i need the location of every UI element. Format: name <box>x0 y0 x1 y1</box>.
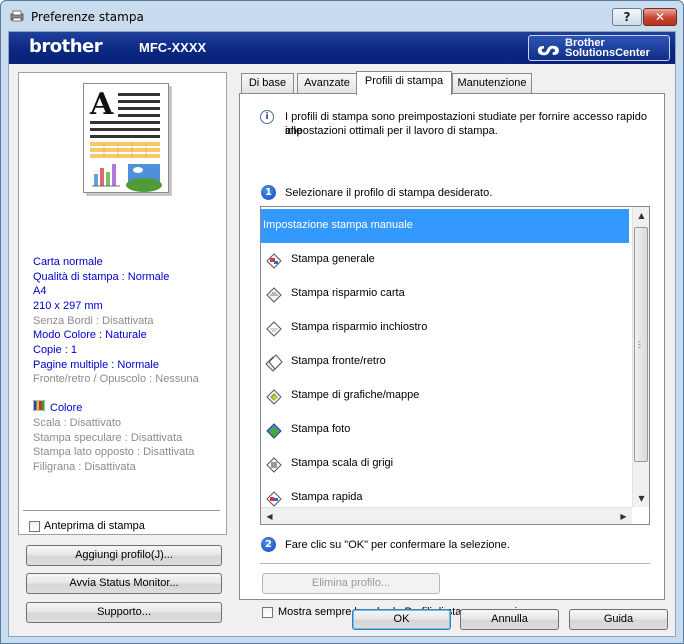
info-icon: i <box>260 110 274 124</box>
print-preview-label[interactable]: Anteprima di stampa <box>44 520 145 532</box>
close-button[interactable]: ✕ <box>643 8 677 26</box>
support-button[interactable]: Supporto... <box>26 602 222 623</box>
page-separator <box>260 563 650 564</box>
summary-line: Stampa speculare : Disattivata <box>33 432 183 444</box>
list-item-label: Stampa generale <box>291 253 375 265</box>
ink-save-icon <box>266 321 282 337</box>
summary-line: A4 <box>33 285 47 297</box>
brother-logo: brother <box>29 36 103 57</box>
help-title-button[interactable]: ? <box>612 8 642 26</box>
page-preview-icon: A <box>83 83 169 193</box>
scroll-right-icon[interactable]: ▶ <box>615 508 632 524</box>
list-item-ink-save[interactable]: Stampa risparmio inchiostro <box>261 311 629 345</box>
step-2-badge: 2 <box>261 537 276 552</box>
summary-line: Carta normale <box>33 256 103 268</box>
window-title: Preferenze stampa <box>31 10 144 24</box>
summary-line: Qualità di stampa : Normale <box>33 271 170 283</box>
list-item-label: Stampa fronte/retro <box>291 355 386 367</box>
list-item-grayscale[interactable]: Stampa scala di grigi <box>261 447 629 481</box>
brand-banner: brother MFC-XXXX ᔕ Brother SolutionsCent… <box>9 32 675 64</box>
cancel-button[interactable]: Annulla <box>460 609 559 630</box>
scroll-down-icon[interactable]: ▼ <box>633 490 649 507</box>
list-item-label: Stampa foto <box>291 423 351 435</box>
list-item-label: Stampa rapida <box>291 491 363 503</box>
list-item-photo[interactable]: Stampa foto <box>261 413 629 447</box>
print-preview-checkbox[interactable] <box>29 521 40 532</box>
list-item-paper-save[interactable]: Stampa risparmio carta <box>261 277 629 311</box>
color-mode-icon <box>33 400 45 411</box>
general-print-icon <box>266 253 282 269</box>
summary-line: Senza Bordi : Disattivata <box>33 315 154 327</box>
status-monitor-button[interactable]: Avvia Status Monitor... <box>26 573 222 594</box>
summary-line: Modo Colore : Naturale <box>33 329 147 341</box>
print-preferences-window: Preferenze stampa ? ✕ brother MFC-XXXX ᔕ… <box>0 0 684 644</box>
help-button[interactable]: Guida <box>569 609 668 630</box>
list-item-manual[interactable]: Impostazione stampa manuale <box>261 209 629 243</box>
step-1-badge: 1 <box>261 185 276 200</box>
summary-line: Stampa lato opposto : Disattivata <box>33 446 195 458</box>
solutions-center-button[interactable]: ᔕ Brother SolutionsCenter <box>528 35 670 61</box>
solutions-center-line2: SolutionsCenter <box>565 47 650 59</box>
intro-text-line2: impostazioni ottimali per il lavoro di s… <box>285 125 498 137</box>
add-profile-button[interactable]: Aggiungi profilo(J)... <box>26 545 222 566</box>
grip-icon: --- <box>638 337 641 352</box>
color-mode-label: Colore <box>50 402 83 414</box>
tab-advanced[interactable]: Avanzate <box>297 73 357 93</box>
list-item-general[interactable]: Stampa generale <box>261 243 629 277</box>
always-show-checkbox[interactable] <box>262 607 273 618</box>
photo-print-icon <box>266 423 282 439</box>
list-item-label: Stampa scala di grigi <box>291 457 394 469</box>
svg-text:A: A <box>89 87 114 122</box>
duplex-icon <box>265 354 283 372</box>
list-item-label: Impostazione stampa manuale <box>263 219 413 231</box>
list-item-label: Stampa risparmio inchiostro <box>291 321 428 333</box>
scroll-left-icon[interactable]: ◀ <box>261 508 278 524</box>
tab-maintenance[interactable]: Manutenzione <box>452 73 532 93</box>
list-item-duplex[interactable]: Stampa fronte/retro <box>261 345 629 379</box>
tab-basic[interactable]: Di base <box>241 73 294 93</box>
list-item-graphics[interactable]: Stampe di grafiche/mappe <box>261 379 629 413</box>
dialog-client: brother MFC-XXXX ᔕ Brother SolutionsCent… <box>8 31 676 637</box>
title-bar[interactable]: Preferenze stampa ? ✕ <box>1 1 683 31</box>
profile-list[interactable]: Impostazione stampa manuale Stampa gener… <box>260 206 650 525</box>
ok-button[interactable]: OK <box>352 609 451 630</box>
list-item-label: Stampe di grafiche/mappe <box>291 389 420 401</box>
list-item-label: Stampa risparmio carta <box>291 287 405 299</box>
scroll-up-icon[interactable]: ▲ <box>633 207 649 224</box>
summary-line: 210 x 297 mm <box>33 300 103 312</box>
left-separator <box>23 510 220 511</box>
grayscale-icon <box>266 457 282 473</box>
summary-line: Pagine multiple : Normale <box>33 359 159 371</box>
summary-line: Filigrana : Disattivata <box>33 461 136 473</box>
summary-line: Copie : 1 <box>33 344 78 356</box>
summary-line: Fronte/retro / Opuscolo : Nessuna <box>33 373 199 385</box>
scroll-thumb[interactable]: --- <box>634 227 648 462</box>
summary-line: Scala : Disattivato <box>33 417 122 429</box>
step-2-text: Fare clic su "OK" per confermare la sele… <box>285 539 510 551</box>
model-name: MFC-XXXX <box>139 40 207 55</box>
tab-print-profiles[interactable]: Profili di stampa <box>356 71 452 95</box>
graphics-map-icon <box>266 389 282 405</box>
solutions-center-icon: ᔕ <box>537 36 560 60</box>
paper-save-icon <box>266 287 282 303</box>
quick-print-icon <box>266 491 282 507</box>
printer-icon <box>10 10 24 22</box>
delete-profile-button[interactable]: Elimina profilo... <box>262 573 440 594</box>
step-1-text: Selezionare il profilo di stampa desider… <box>285 187 493 199</box>
vertical-scrollbar[interactable]: ▲ --- ▼ <box>632 207 649 507</box>
horizontal-scrollbar[interactable]: ◀ ▶ <box>261 507 632 524</box>
print-profiles-page: i I profili di stampa sono preimpostazio… <box>239 93 665 618</box>
settings-summary-panel: A Carta normale Qualità di stampa: Norm… <box>18 72 227 535</box>
